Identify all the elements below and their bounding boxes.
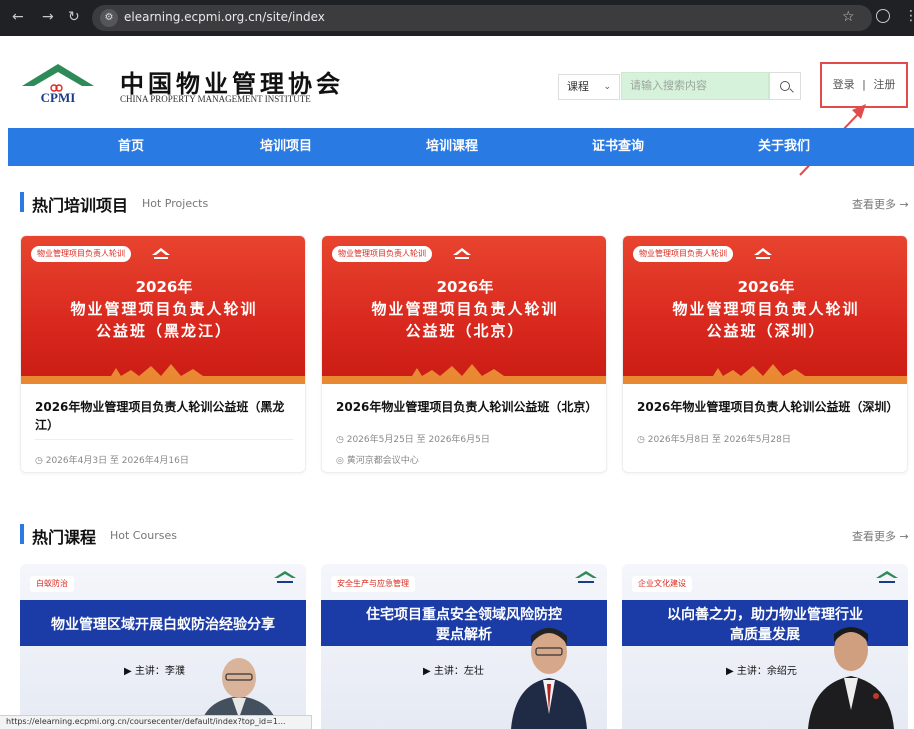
hot-projects-more-link[interactable]: 查看更多 → <box>852 196 909 212</box>
banner-line3: 公益班（深圳） <box>706 322 826 340</box>
section-accent-bar <box>20 192 24 212</box>
menu-kebab-icon[interactable]: ⋮ <box>904 8 914 24</box>
hot-courses-subtitle: Hot Courses <box>110 529 177 542</box>
project-banner: 物业管理项目负责人轮训 2026年 物业管理项目负责人轮训 公益班（北京） <box>322 236 606 384</box>
project-location: ◎ 黄河京都会议中心 <box>336 456 419 466</box>
link-status-bar: https://elearning.ecpmi.org.cn/coursecen… <box>0 715 312 729</box>
course-lecturer: ▶ 主讲：余绍元 <box>726 666 797 677</box>
bookmark-star-icon[interactable]: ☆ <box>842 9 855 25</box>
chevron-down-icon: ⌄ <box>603 82 611 92</box>
course-card[interactable]: 白蚁防治 物业管理区域开展白蚁防治经验分享 ▶ 主讲：李濮 <box>20 564 306 729</box>
search-input[interactable]: 请输入搜索内容 <box>621 72 769 100</box>
cpmi-small-logo <box>274 571 296 583</box>
browser-toolbar: ← → ↻ ⚙ elearning.ecpmi.org.cn/site/inde… <box>0 0 914 36</box>
course-tag: 企业文化建设 <box>632 576 692 592</box>
skyline-decoration <box>21 364 305 384</box>
login-link[interactable]: 登录 <box>833 78 855 91</box>
lecturer-photo <box>511 628 587 729</box>
hot-courses-more-link[interactable]: 查看更多 → <box>852 528 909 544</box>
search-category-value: 课程 <box>567 80 589 93</box>
section-accent-bar <box>20 524 24 544</box>
project-tag: 物业管理项目负责人轮训 <box>31 246 131 262</box>
course-lecturer: ▶ 主讲：李濮 <box>124 666 185 677</box>
lecturer-photo <box>808 627 894 729</box>
logo-english-name: CHINA PROPERTY MANAGEMENT INSTITUTE <box>120 94 311 104</box>
project-card[interactable]: 物业管理项目负责人轮训 2026年 物业管理项目负责人轮训 公益班（深圳） 20… <box>622 235 908 473</box>
project-title[interactable]: 2026年物业管理项目负责人轮训公益班（黑龙江） <box>35 398 295 434</box>
cpmi-small-logo <box>876 571 898 583</box>
course-card[interactable]: 安全生产与应急管理 住宅项目重点安全领域风险防控 要点解析 ▶ 主讲：左壮 <box>321 564 607 729</box>
project-banner: 物业管理项目负责人轮训 2026年 物业管理项目负责人轮训 公益班（黑龙江） <box>21 236 305 384</box>
banner-year: 2026年 <box>436 278 494 296</box>
skyline-decoration <box>322 364 606 384</box>
project-title[interactable]: 2026年物业管理项目负责人轮训公益班（北京） <box>336 398 597 416</box>
project-title[interactable]: 2026年物业管理项目负责人轮训公益班（深圳） <box>637 398 898 416</box>
main-nav: 首页 培训项目 培训课程 证书查询 关于我们 <box>8 128 914 166</box>
hot-projects-title: 热门培训项目 <box>32 196 129 215</box>
search-category-select[interactable]: 课程 ⌄ <box>558 74 620 100</box>
back-icon[interactable]: ← <box>12 9 24 25</box>
search-button[interactable] <box>769 72 801 100</box>
nav-training-projects[interactable]: 培训项目 <box>260 128 312 166</box>
project-banner: 物业管理项目负责人轮训 2026年 物业管理项目负责人轮训 公益班（深圳） <box>623 236 907 384</box>
mini-logo-icon <box>453 248 471 259</box>
project-date: ◷ 2026年4月3日 至 2026年4月16日 <box>35 456 189 466</box>
nav-training-courses[interactable]: 培训课程 <box>426 128 478 166</box>
hot-projects-subtitle: Hot Projects <box>142 197 209 210</box>
banner-line2: 物业管理项目负责人轮训 <box>371 300 559 318</box>
project-date: ◷ 2026年5月8日 至 2026年5月28日 <box>637 435 791 445</box>
course-tag: 安全生产与应急管理 <box>331 576 415 592</box>
nav-certificate-query[interactable]: 证书查询 <box>592 128 644 166</box>
course-lecturer: ▶ 主讲：左壮 <box>423 666 484 677</box>
project-tag: 物业管理项目负责人轮训 <box>332 246 432 262</box>
skyline-decoration <box>623 364 907 384</box>
banner-line3: 公益班（黑龙江） <box>95 322 232 340</box>
account-icon[interactable] <box>876 9 890 23</box>
logo-mark-text: CPMI <box>41 90 76 104</box>
nav-home[interactable]: 首页 <box>118 128 144 166</box>
banner-line3: 公益班（北京） <box>405 322 525 340</box>
cpmi-small-logo <box>575 571 597 583</box>
address-bar[interactable]: ⚙ elearning.ecpmi.org.cn/site/index <box>92 5 872 31</box>
banner-line2: 物业管理项目负责人轮训 <box>672 300 860 318</box>
project-card[interactable]: 物业管理项目负责人轮训 2026年 物业管理项目负责人轮训 公益班（黑龙江） 2… <box>20 235 306 473</box>
project-date: ◷ 2026年5月25日 至 2026年6月5日 <box>336 435 490 445</box>
mini-logo-icon <box>754 248 772 259</box>
cpmi-logo[interactable]: CPMI <box>20 62 96 104</box>
course-banner-title: 物业管理区域开展白蚁防治经验分享 <box>51 617 275 633</box>
site-settings-icon[interactable]: ⚙ <box>100 9 118 27</box>
project-tag: 物业管理项目负责人轮训 <box>633 246 733 262</box>
forward-icon[interactable]: → <box>42 9 54 25</box>
course-card[interactable]: 企业文化建设 以向善之力，助力物业管理行业 高质量发展 ▶ 主讲：余绍元 <box>622 564 908 729</box>
hot-courses-title: 热门课程 <box>32 528 97 547</box>
auth-separator: | <box>862 78 866 91</box>
nav-about-us[interactable]: 关于我们 <box>758 128 810 166</box>
banner-line2: 物业管理项目负责人轮训 <box>70 300 258 318</box>
banner-year: 2026年 <box>135 278 193 296</box>
address-text[interactable]: elearning.ecpmi.org.cn/site/index <box>124 10 325 24</box>
project-card[interactable]: 物业管理项目负责人轮训 2026年 物业管理项目负责人轮训 公益班（北京） 20… <box>321 235 607 473</box>
banner-year: 2026年 <box>737 278 795 296</box>
register-link[interactable]: 注册 <box>873 78 895 91</box>
reload-icon[interactable]: ↻ <box>68 9 80 25</box>
course-tag: 白蚁防治 <box>30 576 74 592</box>
mini-logo-icon <box>152 248 170 259</box>
